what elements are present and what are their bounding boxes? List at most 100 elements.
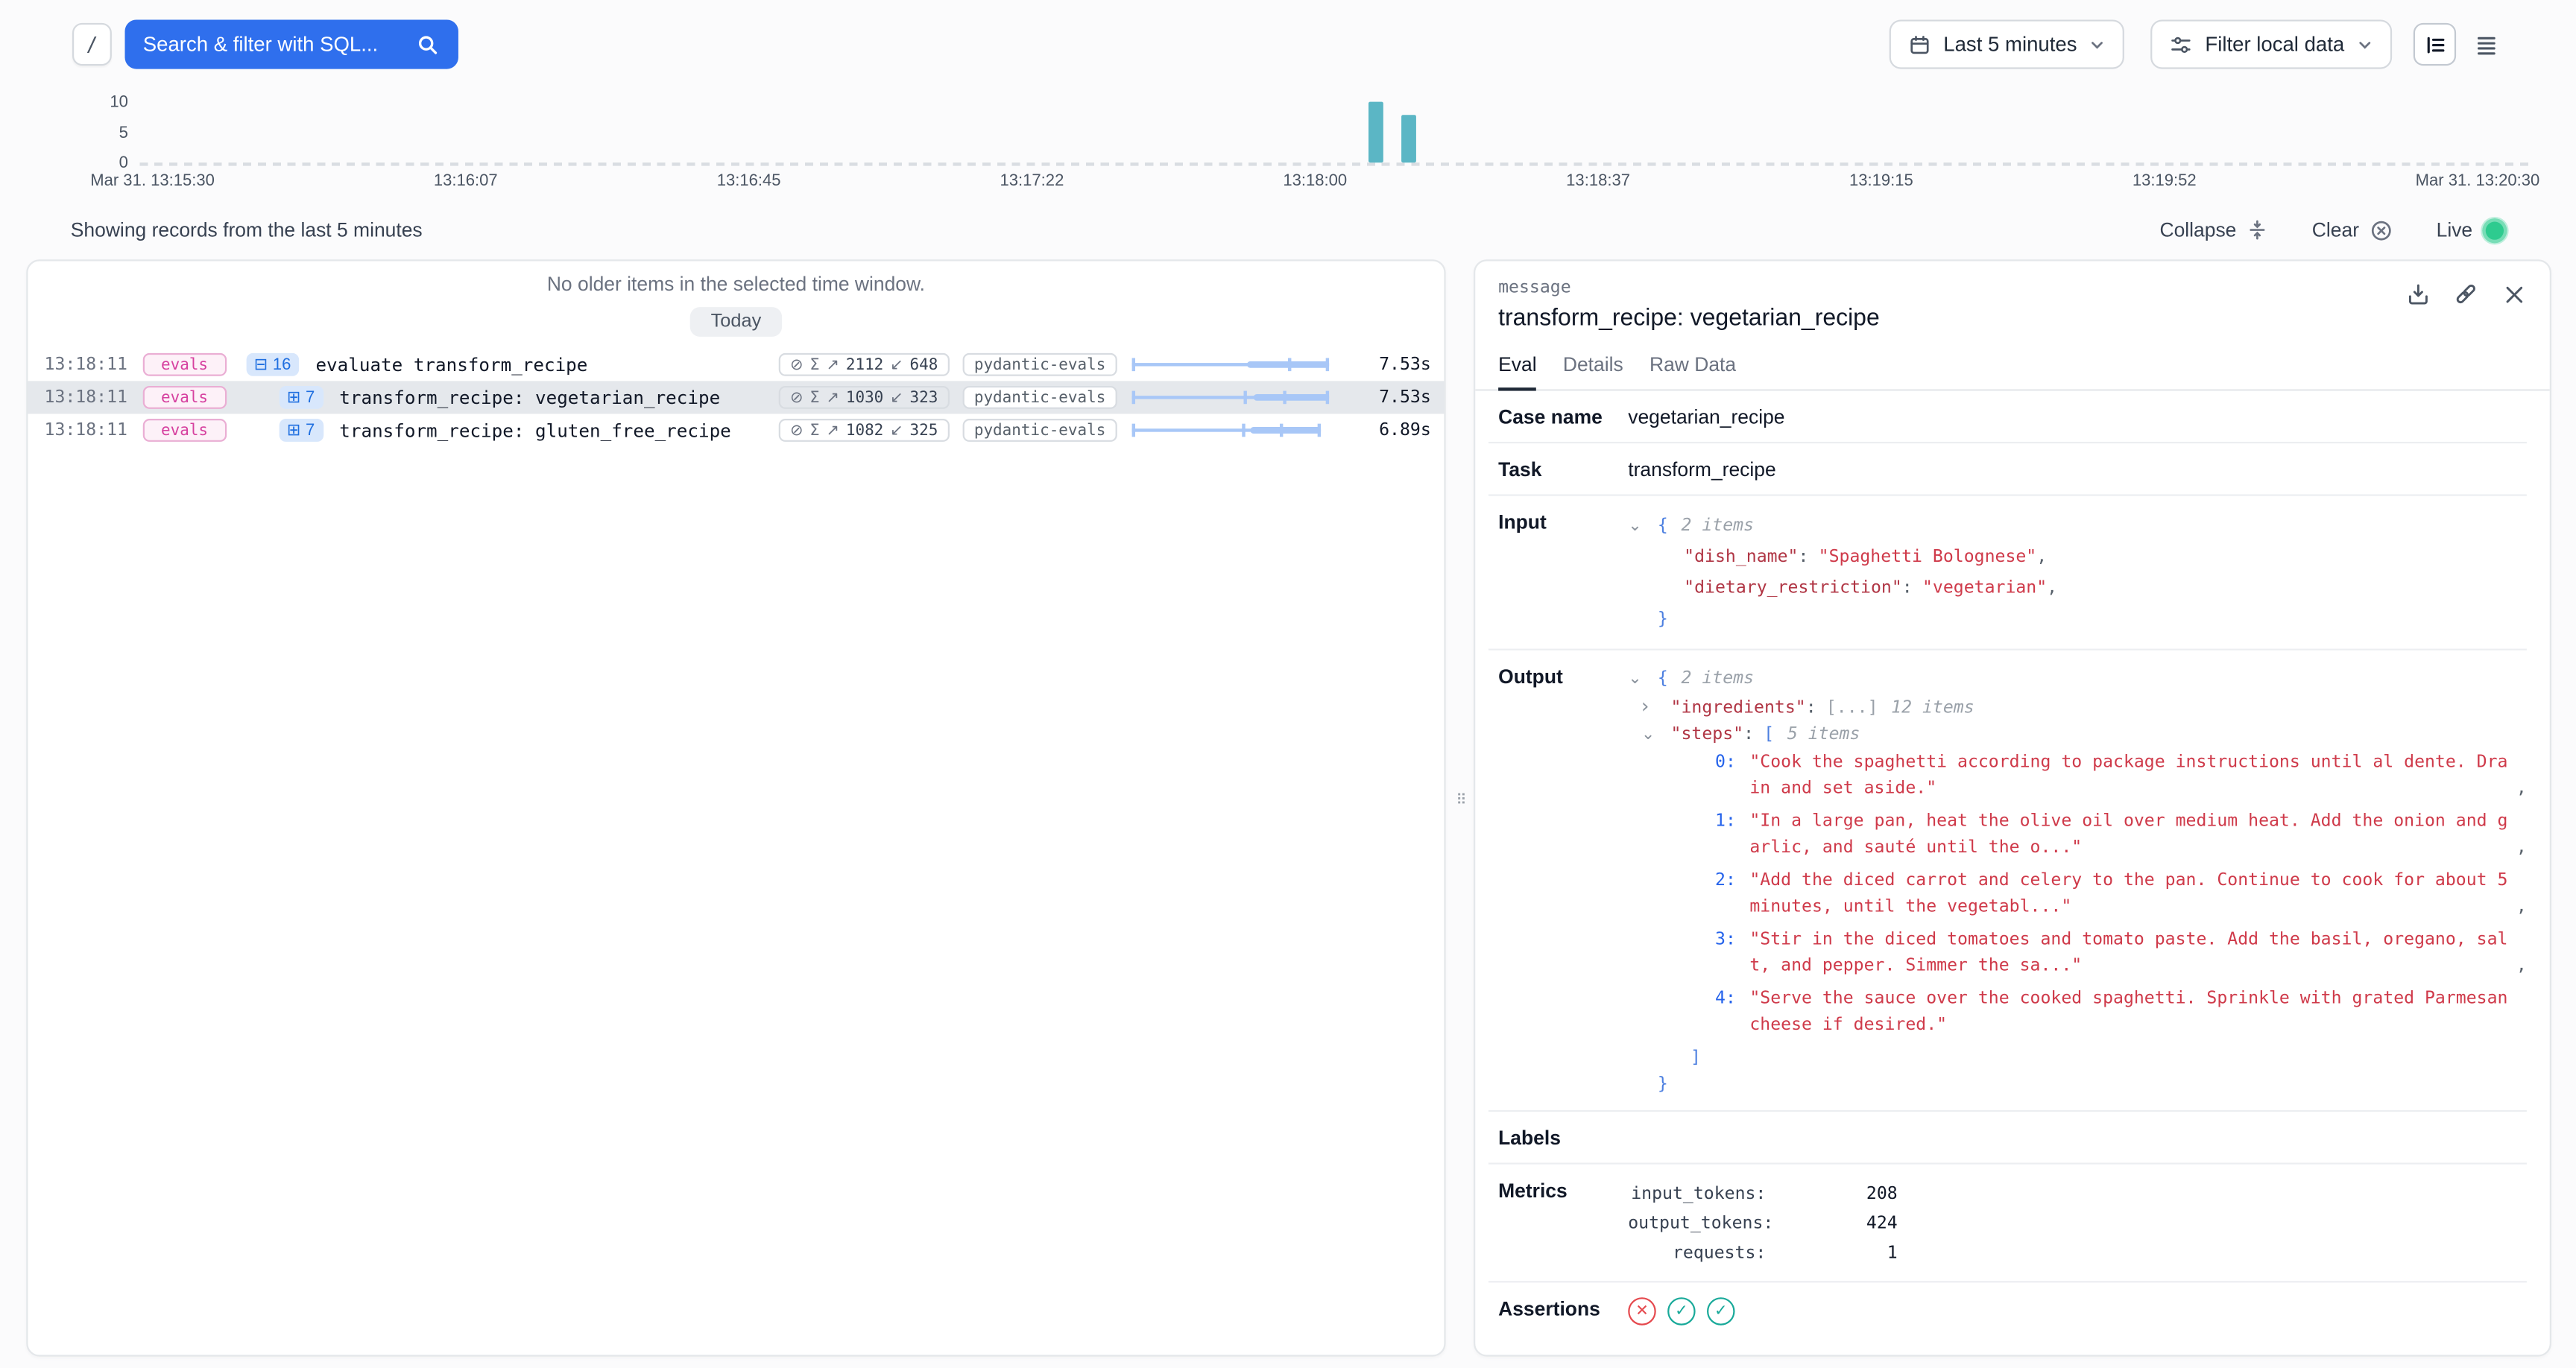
metric-entry: output_tokens: 424	[1628, 1209, 2527, 1238]
tab-eval[interactable]: Eval	[1498, 353, 1536, 391]
histogram-bar-2[interactable]	[1401, 115, 1416, 162]
x-axis-labels: Mar 31. 13:15:30 13:16:07 13:16:45 13:17…	[90, 172, 2539, 190]
table-row[interactable]: 13:18:11 evals ⊟ 16 evaluate transform_r…	[28, 348, 1444, 381]
x-tick: Mar 31. 13:20:30	[2416, 172, 2540, 190]
y-tick-10: 10	[92, 94, 127, 112]
tokens-sent-value: 1082	[846, 421, 883, 439]
y-tick-0: 0	[92, 154, 127, 172]
collapsed-array[interactable]: [...]	[1826, 698, 1878, 718]
search-label: Search & filter with SQL...	[143, 33, 378, 56]
table-row[interactable]: 13:18:11 evals ⊞ 7 transform_recipe: glu…	[28, 414, 1444, 446]
sigma-icon: Σ	[809, 355, 819, 373]
sigma-icon: Σ	[809, 388, 819, 406]
empty-window-notice: No older items in the selected time wind…	[28, 273, 1444, 296]
table-row-selected[interactable]: 13:18:11 evals ⊞ 7 transform_recipe: veg…	[28, 381, 1444, 414]
span-name: transform_recipe: vegetarian_recipe	[339, 387, 720, 408]
clear-circle-x-icon	[2369, 218, 2393, 242]
json-brace: }	[1658, 1074, 1668, 1093]
search-button[interactable]: Search & filter with SQL...	[125, 19, 458, 69]
assertion-fail-icon[interactable]: ✕	[1628, 1297, 1655, 1325]
step-item: 1: "In a large pan, heat the olive oil o…	[1628, 808, 2527, 861]
json-comma: ,	[2047, 578, 2057, 598]
json-key: "dietary_restriction"	[1684, 578, 1902, 598]
collapse-caret-icon[interactable]: ⌄	[1628, 667, 1658, 693]
panel-resize-handle[interactable]: ⠿	[1452, 788, 1467, 814]
link-icon[interactable]	[2453, 281, 2479, 307]
span-count-badge[interactable]: ⊞ 7	[279, 386, 323, 409]
slash-shortcut-key: /	[72, 23, 112, 66]
json-comma: ,	[2516, 893, 2527, 919]
input-label: Input	[1489, 510, 1628, 636]
json-string-value: "vegetarian"	[1922, 578, 2047, 598]
collapse-button[interactable]: Collapse	[2159, 218, 2269, 241]
histogram-bar-1[interactable]	[1368, 102, 1383, 163]
app-window: / Search & filter with SQL... Last 5 min…	[0, 0, 2576, 1368]
metrics-label: Metrics	[1489, 1179, 1628, 1268]
collapse-caret-icon[interactable]: ⌄	[1628, 510, 1658, 542]
array-index: 2:	[1715, 867, 1749, 920]
service-tag-badge: pydantic-evals	[962, 386, 1117, 409]
metric-value: 1	[1766, 1238, 1897, 1268]
tokens-sent-value: 2112	[846, 355, 883, 373]
tab-details[interactable]: Details	[1563, 353, 1623, 391]
calendar-icon	[1907, 32, 1932, 57]
array-index: 1:	[1715, 808, 1749, 861]
tokens-sent-value: 1030	[846, 388, 883, 406]
json-brace: {	[1658, 668, 1668, 688]
task-label: Task	[1489, 458, 1628, 481]
list-view-toggle-icon[interactable]	[2464, 23, 2507, 66]
x-tick: Mar 31. 13:15:30	[90, 172, 215, 190]
output-json-viewer: ⌄{2 items ›"ingredients":[...]12 items ⌄…	[1628, 665, 2527, 1098]
expand-caret-icon[interactable]: ›	[1641, 693, 1671, 719]
array-index: 4:	[1715, 985, 1749, 1038]
tokens-sent-icon: ↗	[826, 355, 839, 373]
filter-local-data-dropdown[interactable]: Filter local data	[2151, 19, 2392, 69]
json-string-value: "Add the diced carrot and celery to the …	[1749, 867, 2513, 920]
assertion-pass-icon[interactable]: ✓	[1667, 1297, 1695, 1325]
json-string-value: "Serve the sauce over the cooked spaghet…	[1749, 985, 2527, 1038]
x-tick: 13:16:45	[717, 172, 781, 190]
json-colon: :	[1743, 724, 1754, 744]
span-count-badge[interactable]: ⊟ 16	[246, 353, 300, 376]
json-comma: ,	[2516, 775, 2527, 801]
json-string-value: "Stir in the diced tomatoes and tomato p…	[1749, 926, 2513, 979]
chart-baseline	[139, 162, 2533, 165]
json-comma: ,	[2516, 835, 2527, 861]
time-range-dropdown[interactable]: Last 5 minutes	[1890, 19, 2125, 69]
record-kind-label: message	[1498, 277, 2527, 297]
tokens-received-value: 323	[910, 388, 938, 406]
json-string-value: "Cook the spaghetti according to package…	[1749, 749, 2513, 802]
environment-badge: evals	[143, 386, 227, 409]
assertion-results: ✕ ✓ ✓	[1628, 1297, 2527, 1325]
archive-icon[interactable]	[2405, 281, 2431, 307]
collapse-caret-icon[interactable]: ⌄	[1641, 723, 1671, 749]
row-duration: 7.53s	[1345, 387, 1431, 407]
live-toggle[interactable]: Live	[2437, 218, 2507, 242]
x-tick: 13:18:37	[1566, 172, 1630, 190]
close-icon[interactable]	[2501, 281, 2527, 307]
span-name: transform_recipe: gluten_free_recipe	[339, 419, 731, 441]
case-name-label: Case name	[1489, 405, 1628, 428]
metric-value: 424	[1766, 1209, 1897, 1238]
json-string-value: "Spaghetti Bolognese"	[1819, 547, 2037, 566]
environment-badge: evals	[143, 353, 227, 376]
trace-rows: 13:18:11 evals ⊟ 16 evaluate transform_r…	[28, 348, 1444, 446]
span-count-badge[interactable]: ⊞ 7	[279, 419, 323, 442]
tokens-received-value: 648	[910, 355, 938, 373]
eval-fields: Case name vegetarian_recipe Task transfo…	[1489, 391, 2527, 1339]
tree-view-toggle-icon[interactable]	[2414, 23, 2456, 66]
json-brace: {	[1658, 516, 1668, 535]
metric-name: input_tokens:	[1628, 1179, 1766, 1209]
tokens-received-icon: ↙	[890, 388, 903, 406]
service-tag-badge: pydantic-evals	[962, 419, 1117, 442]
x-tick: 13:18:00	[1283, 172, 1347, 190]
metric-entry: input_tokens: 208	[1628, 1179, 2527, 1209]
sigma-icon: Σ	[809, 421, 819, 439]
assertion-pass-icon[interactable]: ✓	[1707, 1297, 1734, 1325]
filter-local-data-label: Filter local data	[2205, 33, 2344, 56]
clear-button[interactable]: Clear	[2312, 218, 2394, 242]
slash-circle-icon: ⊘	[790, 388, 804, 406]
live-status-dot	[2482, 218, 2507, 242]
tab-raw-data[interactable]: Raw Data	[1650, 353, 1736, 391]
span-timeline-bar	[1132, 387, 1329, 407]
